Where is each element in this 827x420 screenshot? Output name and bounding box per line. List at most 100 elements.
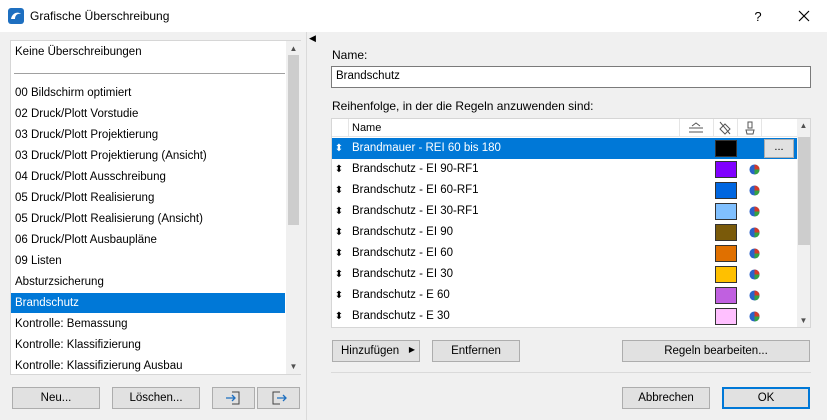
rule-options-button[interactable]: ... <box>764 139 794 158</box>
new-button[interactable]: Neu... <box>12 387 100 409</box>
dropdown-arrow-icon: ▶ <box>408 345 415 354</box>
ok-button[interactable]: OK <box>722 387 810 409</box>
fill-icon <box>719 121 731 135</box>
order-label: Reihenfolge, in der die Regeln anzuwende… <box>332 99 594 113</box>
surface-material-icon <box>749 164 760 175</box>
add-button[interactable]: Hinzufügen ▶ <box>332 340 420 362</box>
pen-color-swatch[interactable] <box>715 266 737 283</box>
list-divider <box>14 73 285 74</box>
title-bar: Grafische Überschreibung ? <box>0 0 827 32</box>
reorder-icon[interactable]: ⬍ <box>334 226 344 239</box>
scroll-down-icon[interactable]: ▼ <box>289 362 298 371</box>
edit-rules-button[interactable]: Regeln bearbeiten... <box>622 340 810 362</box>
reorder-icon[interactable]: ⬍ <box>334 310 344 323</box>
list-item[interactable]: Brandschutz <box>11 293 285 313</box>
list-item[interactable]: Keine Überschreibungen <box>11 42 285 62</box>
reorder-icon[interactable]: ⬍ <box>334 205 344 218</box>
list-item[interactable]: 05 Druck/Plott Realisierung <box>11 188 285 208</box>
close-button[interactable] <box>784 0 824 32</box>
line-style-icon <box>689 122 703 133</box>
rule-name: Brandmauer - REI 60 bis 180 <box>352 142 501 154</box>
pen-color-swatch[interactable] <box>715 140 737 157</box>
header-name[interactable]: Name <box>349 119 680 137</box>
app-icon <box>8 8 24 24</box>
rule-row[interactable]: ⬍ Brandschutz - EI 60 <box>332 243 797 264</box>
name-label: Name: <box>332 48 368 62</box>
rule-name: Brandschutz - EI 30 <box>352 268 453 280</box>
left-scrollbar[interactable]: ▲ ▼ <box>286 41 301 374</box>
surface-material-icon <box>749 227 760 238</box>
rule-name: Brandschutz - EI 60-RF1 <box>352 184 479 196</box>
list-item[interactable]: Kontrolle: Bemassung <box>11 314 285 334</box>
list-item[interactable]: 03 Druck/Plott Projektierung (Ansicht) <box>11 146 285 166</box>
list-item[interactable]: 05 Druck/Plott Realisierung (Ansicht) <box>11 209 285 229</box>
remove-button[interactable]: Entfernen <box>432 340 520 362</box>
import-button[interactable] <box>212 387 255 409</box>
reorder-icon[interactable]: ⬍ <box>334 163 344 176</box>
header-line-style[interactable] <box>680 119 714 137</box>
rules-scrollbar[interactable]: ▲ ▼ <box>797 119 810 327</box>
surface-material-icon <box>749 311 760 322</box>
surface-material-icon <box>749 185 760 196</box>
pen-color-swatch[interactable] <box>715 203 737 220</box>
scroll-up-icon[interactable]: ▲ <box>289 44 298 53</box>
import-icon <box>225 391 239 405</box>
list-item[interactable]: 00 Bildschirm optimiert <box>11 83 285 103</box>
surface-icon <box>745 121 755 135</box>
list-item[interactable]: Absturzsicherung <box>11 272 285 292</box>
rule-row[interactable]: ⬍ Brandschutz - EI 90 <box>332 222 797 243</box>
scroll-up-icon[interactable]: ▲ <box>799 121 808 130</box>
surface-material-icon <box>749 269 760 280</box>
rule-name: Brandschutz - EI 30-RF1 <box>352 205 479 217</box>
name-field[interactable]: Brandschutz <box>331 66 811 88</box>
footer-divider <box>331 372 811 373</box>
rule-name: Brandschutz - E 30 <box>352 310 450 322</box>
rule-row[interactable]: ⬍ Brandschutz - EI 30-RF1 <box>332 201 797 222</box>
reorder-icon[interactable]: ⬍ <box>334 268 344 281</box>
header-surface[interactable] <box>738 119 762 137</box>
close-icon <box>798 10 810 22</box>
rule-row[interactable]: ⬍ Brandschutz - EI 90-RF1 <box>332 159 797 180</box>
list-item[interactable]: 02 Druck/Plott Vorstudie <box>11 104 285 124</box>
header-fill[interactable] <box>714 119 738 137</box>
list-item[interactable]: 06 Druck/Plott Ausbaupläne <box>11 230 285 250</box>
scroll-down-icon[interactable]: ▼ <box>799 316 808 325</box>
export-button[interactable] <box>257 387 300 409</box>
list-item[interactable]: 09 Listen <box>11 251 285 271</box>
surface-material-icon <box>749 248 760 259</box>
pen-color-swatch[interactable] <box>715 224 737 241</box>
reorder-icon[interactable]: ⬍ <box>334 289 344 302</box>
header-order-cell <box>332 119 349 137</box>
reorder-icon[interactable]: ⬍ <box>334 184 344 197</box>
collapse-panel-icon[interactable]: ◀ <box>309 33 316 44</box>
export-icon <box>272 391 287 405</box>
rule-row[interactable]: ⬍ Brandschutz - EI 30 <box>332 264 797 285</box>
rule-row[interactable]: ⬍ Brandschutz - E 30 <box>332 306 797 327</box>
list-item[interactable]: Kontrolle: Klassifizierung <box>11 335 285 355</box>
scroll-thumb[interactable] <box>798 137 810 245</box>
surface-material-icon <box>749 206 760 217</box>
pen-color-swatch[interactable] <box>715 245 737 262</box>
rule-row[interactable]: ⬍ Brandmauer - REI 60 bis 180... <box>332 138 797 159</box>
rule-row[interactable]: ⬍ Brandschutz - EI 60-RF1 <box>332 180 797 201</box>
pen-color-swatch[interactable] <box>715 161 737 178</box>
pen-color-swatch[interactable] <box>715 182 737 199</box>
help-button[interactable]: ? <box>740 0 776 32</box>
pen-color-swatch[interactable] <box>715 287 737 304</box>
rule-row[interactable]: ⬍ Brandschutz - E 60 <box>332 285 797 306</box>
list-item[interactable]: Kontrolle: Klassifizierung Ausbau <box>11 356 285 376</box>
rules-table-header: Name <box>332 119 797 137</box>
delete-button[interactable]: Löschen... <box>112 387 200 409</box>
panel-splitter[interactable] <box>306 32 307 420</box>
reorder-icon[interactable]: ⬍ <box>334 247 344 260</box>
rule-name: Brandschutz - EI 60 <box>352 247 453 259</box>
list-item[interactable]: 03 Druck/Plott Projektierung <box>11 125 285 145</box>
list-item[interactable]: 04 Druck/Plott Ausschreibung <box>11 167 285 187</box>
pen-color-swatch[interactable] <box>715 308 737 325</box>
cancel-button[interactable]: Abbrechen <box>622 387 710 409</box>
override-combination-list[interactable]: Keine Überschreibungen 00 Bildschirm opti… <box>10 40 301 375</box>
rules-table[interactable]: Name ⬍ Brandmauer - REI 60 bis 180... ⬍ Bra… <box>331 118 811 328</box>
reorder-icon[interactable]: ⬍ <box>334 142 344 155</box>
scroll-thumb[interactable] <box>288 55 299 225</box>
add-button-label: Hinzufügen <box>341 345 400 357</box>
